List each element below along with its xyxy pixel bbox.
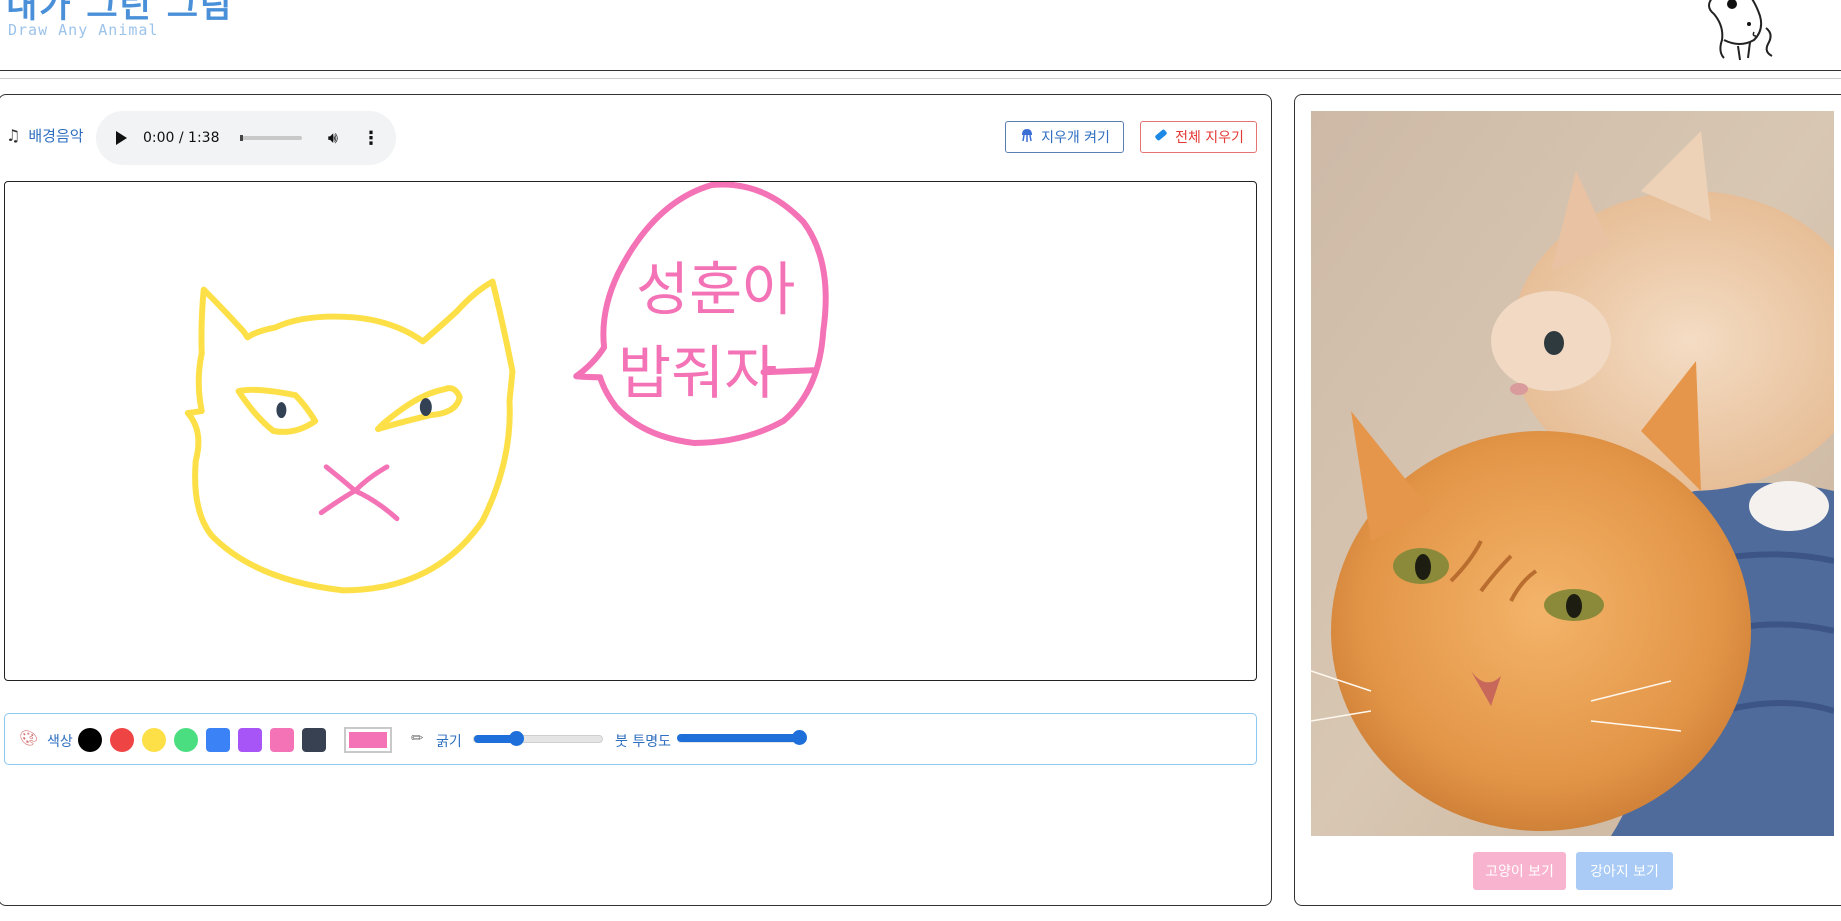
- current-color-fill: [349, 732, 387, 748]
- opacity-slider[interactable]: [677, 730, 807, 745]
- drawing-canvas[interactable]: 성훈아 밥줘자: [4, 181, 1257, 681]
- puppy-mascot-icon: [1708, 0, 1773, 61]
- color-swatch-blue[interactable]: [206, 728, 230, 752]
- color-swatch-red[interactable]: [110, 728, 134, 752]
- header-divider: [0, 78, 1841, 79]
- color-swatch-green[interactable]: [174, 728, 198, 752]
- pencil-icon: ✏︎: [411, 729, 424, 747]
- cat-mouth: [318, 464, 400, 522]
- palette-icon: 🎨︎: [19, 729, 39, 747]
- audio-seek-bar[interactable]: [239, 135, 302, 141]
- thickness-label: 굵기: [436, 734, 462, 750]
- color-swatch-yellow[interactable]: [142, 728, 166, 752]
- opacity-slider-fill: [677, 734, 799, 742]
- show-dog-button[interactable]: 강아지 보기: [1576, 852, 1673, 890]
- audio-time: 0:00 / 1:38: [143, 130, 220, 146]
- color-swatch-purple[interactable]: [238, 728, 262, 752]
- opacity-label: 붓 투명도: [615, 734, 671, 750]
- speech-text-line2: 밥줘자: [618, 339, 777, 407]
- current-color-picker[interactable]: [344, 727, 392, 753]
- eraser-icon: [1153, 127, 1169, 147]
- show-cat-button[interactable]: 고양이 보기: [1473, 852, 1566, 890]
- eraser-toggle-label: 지우개 켜기: [1041, 130, 1110, 146]
- jellyfish-icon: [1019, 127, 1035, 147]
- bgm-label: ♫ 배경음악: [6, 125, 84, 146]
- clear-all-button[interactable]: 전체 지우기: [1140, 121, 1257, 153]
- opacity-slider-knob[interactable]: [792, 730, 807, 745]
- more-options-icon[interactable]: ⋮: [362, 128, 380, 149]
- color-swatch-dark-gray[interactable]: [302, 728, 326, 752]
- color-swatch-black[interactable]: [78, 728, 102, 752]
- canvas-drawing: 성훈아 밥줘자: [184, 182, 829, 594]
- color-label: 색상: [47, 734, 73, 750]
- bgm-label-text: 배경음악: [28, 127, 84, 145]
- cat-doodle: [184, 278, 516, 594]
- audio-player: 0:00 / 1:38 🔊︎ ⋮: [96, 111, 396, 165]
- play-icon[interactable]: [116, 131, 127, 145]
- color-swatch-pink[interactable]: [270, 728, 294, 752]
- drawing-toolbar: 🎨︎ 색상 ✏︎ 굵기 붓 투명도: [4, 713, 1257, 765]
- thickness-slider[interactable]: [473, 731, 603, 746]
- eraser-toggle-button[interactable]: 지우개 켜기: [1005, 121, 1124, 153]
- speech-text-line1: 성훈아: [636, 255, 795, 323]
- volume-icon[interactable]: 🔊︎: [328, 128, 338, 148]
- thickness-slider-knob[interactable]: [509, 731, 525, 746]
- page-header: 내가 그린 그림 Draw Any Animal: [0, 0, 1841, 71]
- reference-photo: [1311, 111, 1834, 836]
- clear-all-label: 전체 지우기: [1175, 130, 1244, 146]
- page-subtitle: Draw Any Animal: [8, 21, 159, 39]
- music-note-icon: ♫: [6, 126, 21, 145]
